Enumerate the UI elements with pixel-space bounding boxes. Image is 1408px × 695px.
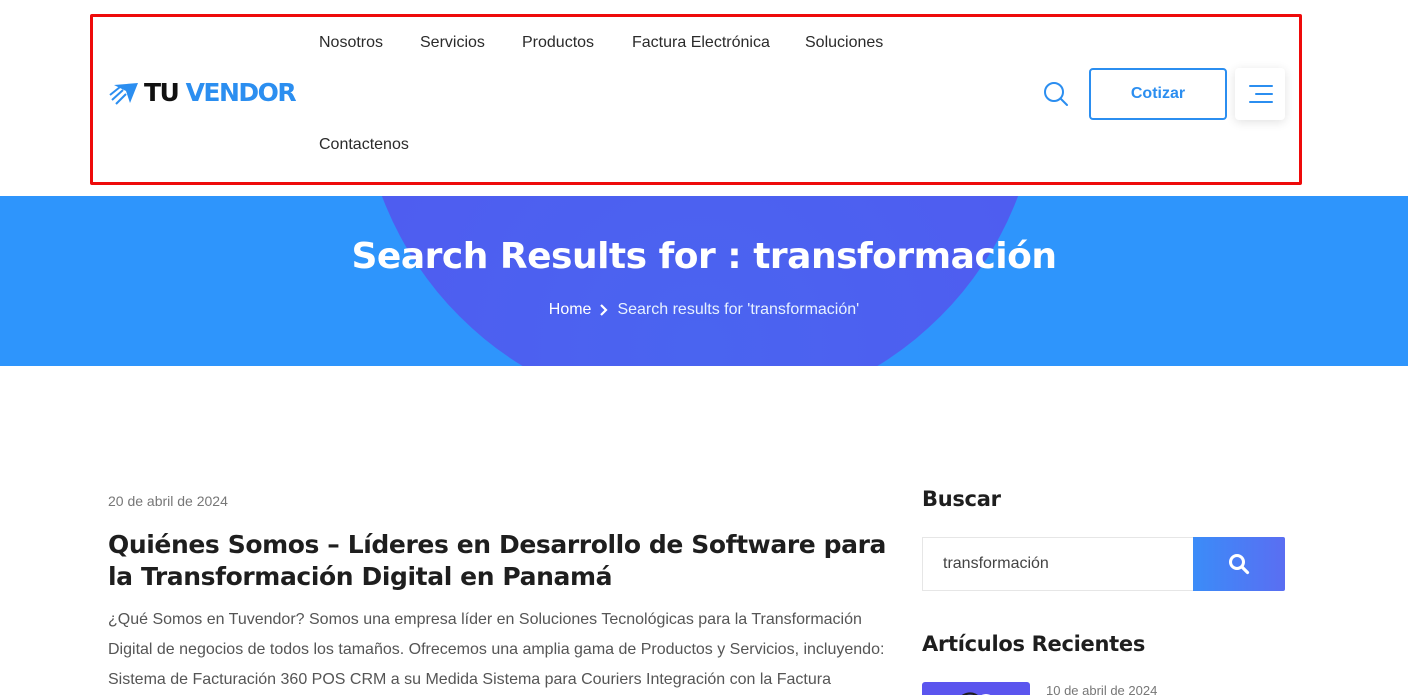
breadcrumb-home-link[interactable]: Home: [549, 301, 592, 319]
logo-text-vendor: VENDOR: [185, 78, 297, 107]
post-title-link[interactable]: Quiénes Somos – Líderes en Desarrollo de…: [108, 529, 898, 593]
sidebar-recent-title: Artículos Recientes: [922, 632, 1146, 656]
sidebar-search-input[interactable]: [922, 537, 1194, 591]
site-logo[interactable]: TU VENDOR: [108, 78, 297, 108]
article-image: [961, 692, 991, 695]
recent-article-date: 10 de abril de 2024: [1046, 683, 1158, 695]
nav-item-servicios[interactable]: Servicios: [420, 34, 485, 52]
breadcrumb-current: Search results for 'transformación': [617, 301, 860, 318]
nav-item-productos[interactable]: Productos: [522, 34, 594, 52]
post-date: 20 de abril de 2024: [108, 493, 228, 509]
logo-speed-icon: [109, 83, 138, 105]
logo-text-tu: TU: [144, 78, 180, 107]
sidebar-search-title: Buscar: [922, 487, 1001, 511]
search-icon: [1229, 554, 1250, 575]
breadcrumb: Home Search results for 'transformación': [0, 301, 1408, 319]
search-icon: [1044, 82, 1068, 106]
nav-item-contactenos[interactable]: Contactenos: [319, 136, 409, 154]
nav-item-nosotros[interactable]: Nosotros: [319, 34, 383, 52]
site-header: TU VENDOR Nosotros Servicios Productos F…: [0, 0, 1408, 196]
logo-wordmark: TU VENDOR: [144, 78, 297, 108]
page-title: Search Results for : transformación: [351, 236, 1057, 277]
hero-decoration: [360, 196, 1040, 366]
chevron-right-icon: [600, 304, 609, 316]
sidebar-search-button[interactable]: [1193, 537, 1285, 591]
nav-item-factura-electronica[interactable]: Factura Electrónica: [632, 34, 770, 52]
cotizar-button[interactable]: Cotizar: [1089, 68, 1227, 120]
page-hero: Search Results for : transformación Home…: [0, 196, 1408, 366]
recent-article-thumbnail[interactable]: [922, 682, 1030, 695]
hamburger-menu-icon: [1249, 85, 1273, 87]
nav-item-soluciones[interactable]: Soluciones: [805, 34, 883, 52]
menu-toggle-button[interactable]: [1235, 68, 1285, 120]
header-search-button[interactable]: [1042, 80, 1070, 108]
post-excerpt: ¿Qué Somos en Tuvendor? Somos una empres…: [108, 611, 885, 688]
